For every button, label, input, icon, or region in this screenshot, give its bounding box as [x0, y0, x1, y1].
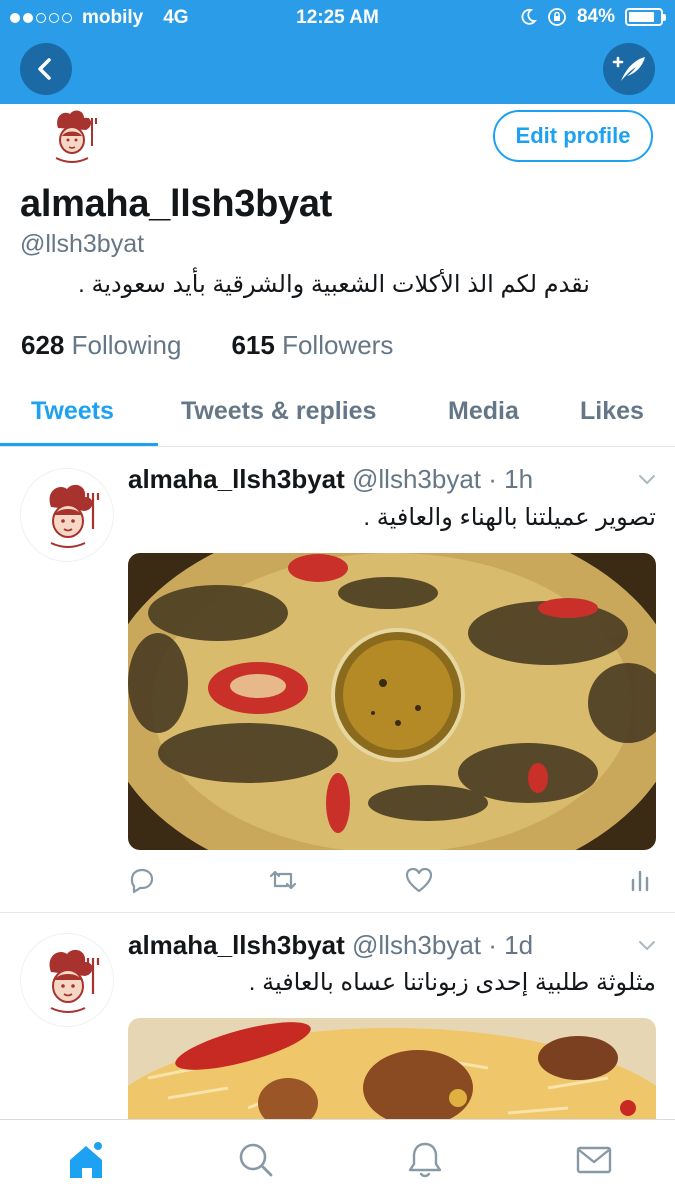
battery-percent: 84% [576, 6, 615, 27]
reply-button[interactable] [128, 866, 156, 899]
followers-link[interactable]: 615 Followers [231, 330, 393, 361]
nav-home[interactable] [66, 1140, 106, 1180]
tweet-item[interactable]: almaha_llsh3byat @llsh3byat · 1h تصوير ع… [0, 448, 675, 913]
following-count: 628 [21, 330, 65, 360]
nav-messages[interactable] [574, 1140, 614, 1180]
like-button[interactable] [404, 866, 434, 899]
tweet-handle-time: @llsh3byat · 1d [352, 930, 534, 960]
tab-tweets[interactable]: Tweets [31, 397, 114, 426]
bell-icon [408, 1142, 442, 1178]
status-right: 84% [519, 6, 666, 28]
active-tab-indicator [0, 443, 158, 446]
tweet-avatar[interactable] [20, 468, 114, 562]
battery-fill [629, 12, 654, 22]
following-link[interactable]: 628 Following [21, 330, 181, 361]
tweet-photo[interactable] [128, 553, 656, 850]
chef-logo-icon [40, 106, 106, 165]
tweet-header: almaha_llsh3byat @llsh3byat · 1h [128, 464, 533, 495]
orientation-lock-icon [548, 8, 566, 26]
reply-icon [130, 868, 154, 894]
followers-label: Followers [282, 330, 394, 360]
home-icon [70, 1140, 104, 1178]
tweet-author-name[interactable]: almaha_llsh3byat [128, 464, 345, 494]
tweet-handle-time: @llsh3byat · 1h [352, 464, 534, 494]
heart-icon [405, 867, 433, 893]
compose-quill-icon [612, 56, 645, 81]
compose-tweet-button[interactable] [603, 43, 655, 95]
analytics-button[interactable] [628, 866, 652, 899]
tweet-photo[interactable] [128, 1018, 656, 1128]
retweet-icon [269, 870, 297, 890]
battery-icon [625, 8, 666, 26]
profile-tabs: Tweets Tweets & replies Media Likes [0, 385, 675, 447]
profile-avatar[interactable] [40, 106, 106, 166]
chef-logo-icon [49, 949, 100, 1013]
tweet-author-name[interactable]: almaha_llsh3byat [128, 930, 345, 960]
retweet-button[interactable] [268, 866, 298, 899]
following-label: Following [71, 330, 182, 360]
chevron-down-icon [639, 475, 655, 485]
chevron-down-icon [639, 941, 655, 951]
tab-media[interactable]: Media [448, 397, 519, 426]
profile-display-name: almaha_llsh3byat [20, 183, 333, 225]
bottom-navigation [0, 1119, 675, 1200]
profile-stats: 628 Following 615 Followers [21, 330, 393, 361]
top-bar: mobily 4G 12:25 AM 84% [0, 0, 675, 104]
profile-handle: @llsh3byat [20, 230, 145, 258]
tab-likes[interactable]: Likes [580, 397, 644, 426]
tweet-menu-button[interactable] [637, 472, 657, 491]
edit-profile-button[interactable]: Edit profile [493, 110, 653, 162]
search-icon [239, 1143, 273, 1177]
food-photo-image [128, 1018, 656, 1128]
tweet-header: almaha_llsh3byat @llsh3byat · 1d [128, 930, 533, 961]
tweet-item[interactable]: almaha_llsh3byat @llsh3byat · 1d مثلوثة … [0, 913, 675, 1128]
tweet-menu-button[interactable] [637, 938, 657, 957]
profile-bio: نقدم لكم الذ الأكلات الشعبية والشرقية بأ… [78, 271, 590, 298]
do-not-disturb-moon-icon [521, 8, 537, 25]
tweet-avatar[interactable] [20, 933, 114, 1027]
back-button[interactable] [20, 43, 72, 95]
food-photo-image [128, 553, 656, 850]
envelope-icon [576, 1146, 612, 1174]
status-bar: mobily 4G 12:25 AM 84% [0, 0, 675, 36]
tweet-text: تصوير عميلتنا بالهناء والعافية . [363, 504, 656, 531]
chef-logo-icon [49, 484, 100, 548]
analytics-bars-icon [631, 870, 649, 892]
tweet-actions [128, 866, 656, 896]
chevron-left-icon [38, 58, 51, 80]
followers-count: 615 [231, 330, 275, 360]
nav-notifications[interactable] [405, 1140, 445, 1180]
nav-search[interactable] [236, 1140, 276, 1180]
tab-tweets-replies[interactable]: Tweets & replies [181, 397, 376, 426]
tweet-text: مثلوثة طلبية إحدى زبوناتنا عساه بالعافية… [248, 969, 656, 996]
